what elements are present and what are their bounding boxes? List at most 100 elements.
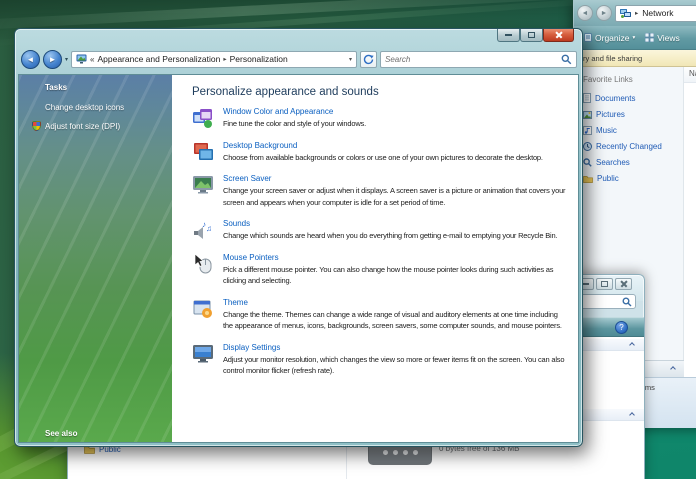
see-also-header: See also — [45, 429, 166, 438]
link-mouse-pointers[interactable]: Mouse Pointers — [223, 253, 566, 262]
network-toolbar: Organize ▾ Views — [574, 26, 696, 50]
refresh-button[interactable] — [360, 51, 377, 68]
svg-text:♫: ♫ — [206, 224, 212, 233]
name-column-header[interactable]: Name — [684, 67, 696, 82]
desc-mouse-pointers: Pick a different mouse pointer. You can … — [223, 264, 566, 287]
task-label: Adjust font size (DPI) — [45, 122, 120, 131]
display-settings-icon — [192, 343, 214, 365]
link-screen-saver[interactable]: Screen Saver — [223, 174, 566, 183]
maximize-icon — [601, 281, 608, 287]
clock-icon — [583, 142, 592, 151]
tasks-header: Tasks — [45, 83, 172, 92]
sidebar-item-recently-changed[interactable]: Recently Changed — [583, 142, 683, 151]
sidebar-item-label: Music — [596, 126, 617, 135]
personalization-content: Personalize appearance and sounds Window… — [172, 75, 578, 442]
personalization-icon — [76, 54, 87, 64]
back-button[interactable]: ◄ — [21, 50, 40, 69]
minimize-icon — [505, 34, 512, 36]
breadcrumb-network[interactable]: Network — [642, 8, 673, 18]
maximize-button[interactable] — [520, 29, 543, 42]
desc-theme: Change the theme. Themes can change a wi… — [223, 309, 566, 332]
entry-sounds: ♪ ♫ Sounds Change which sounds are heard… — [192, 219, 566, 242]
breadcrumb-appearance[interactable]: Appearance and Personalization — [97, 54, 220, 64]
desc-display-settings: Adjust your monitor resolution, which ch… — [223, 354, 566, 377]
refresh-icon — [363, 54, 374, 65]
network-icon — [620, 9, 631, 18]
organize-label: Organize — [595, 33, 630, 43]
caption-bar — [15, 29, 582, 45]
task-adjust-font-size[interactable]: Adjust font size (DPI) — [45, 121, 172, 131]
recent-pages-dropdown[interactable]: ▾ — [65, 56, 68, 63]
views-icon — [645, 33, 654, 42]
entry-display-settings: Display Settings Adjust your monitor res… — [192, 343, 566, 377]
link-theme[interactable]: Theme — [223, 298, 566, 307]
breadcrumb-overflow-icon[interactable]: « — [90, 55, 94, 64]
sidebar-item-public[interactable]: Public — [583, 174, 683, 183]
back-icon: ◄ — [27, 55, 35, 64]
sidebar-item-label: Documents — [595, 94, 635, 103]
chevron-up-icon — [629, 412, 635, 418]
desktop-background-icon — [192, 141, 214, 163]
page-title: Personalize appearance and sounds — [192, 86, 566, 98]
close-button[interactable] — [543, 29, 574, 42]
sidebar-item-label: Pictures — [596, 110, 625, 119]
minimize-icon — [582, 283, 589, 285]
entry-desktop-background: Desktop Background Choose from available… — [192, 141, 566, 164]
crumb-separator-icon: ▸ — [223, 55, 226, 63]
chevron-up-icon — [670, 366, 676, 372]
views-label: Views — [657, 33, 680, 43]
search-placeholder: Search — [385, 55, 561, 64]
maximize-button[interactable] — [596, 278, 613, 290]
network-notification-bar[interactable]: Network discovery and file sharing — [574, 50, 696, 67]
folder-icon — [583, 175, 593, 183]
network-file-list[interactable]: Name — [684, 67, 696, 377]
minimize-button[interactable] — [497, 29, 520, 42]
desktop: ◄ ► ▸ Network Organize — [0, 0, 696, 479]
search-icon — [622, 297, 632, 307]
views-button[interactable]: Views — [645, 33, 680, 43]
search-icon — [561, 54, 572, 65]
picture-icon — [583, 111, 592, 119]
forward-icon: ► — [601, 10, 608, 17]
task-change-desktop-icons[interactable]: Change desktop icons — [45, 103, 172, 112]
sidebar-item-documents[interactable]: Documents — [583, 93, 683, 103]
help-button[interactable]: ? — [615, 321, 628, 334]
tasks-sidebar: Tasks Change desktop icons Adjust font s… — [19, 75, 172, 442]
help-icon: ? — [619, 323, 623, 332]
desc-sounds: Change which sounds are heard when you d… — [223, 230, 566, 242]
link-display-settings[interactable]: Display Settings — [223, 343, 566, 352]
navigation-bar: ◄ ► ▾ « Appearance and Personalization ▸… — [15, 45, 582, 73]
network-address-bar[interactable]: ▸ Network — [615, 5, 696, 22]
forward-icon: ► — [49, 55, 57, 64]
chevron-down-icon: ▾ — [633, 35, 636, 41]
entry-theme: Theme Change the theme. Themes can chang… — [192, 298, 566, 332]
back-button[interactable]: ◄ — [577, 5, 593, 21]
sidebar-item-pictures[interactable]: Pictures — [583, 110, 683, 119]
notification-text: Network discovery and file sharing — [574, 54, 642, 63]
address-dropdown-icon[interactable]: ▾ — [349, 56, 352, 63]
forward-button[interactable]: ► — [596, 5, 612, 21]
close-button[interactable] — [615, 278, 632, 290]
search-box[interactable]: Search — [380, 51, 577, 68]
link-window-color[interactable]: Window Color and Appearance — [223, 107, 566, 116]
organize-button[interactable]: Organize ▾ — [584, 33, 635, 43]
breadcrumb-personalization[interactable]: Personalization — [230, 54, 288, 64]
link-sounds[interactable]: Sounds — [223, 219, 566, 228]
personalization-window[interactable]: ◄ ► ▾ « Appearance and Personalization ▸… — [14, 28, 583, 447]
favorite-links-header: Favorite Links — [583, 75, 683, 84]
screen-saver-icon — [192, 174, 214, 196]
address-bar[interactable]: « Appearance and Personalization ▸ Perso… — [71, 51, 357, 68]
organize-icon — [584, 33, 592, 42]
chevron-up-icon — [629, 342, 635, 348]
desc-screen-saver: Change your screen saver or adjust when … — [223, 185, 566, 208]
search-icon — [583, 158, 592, 167]
sidebar-item-searches[interactable]: Searches — [583, 158, 683, 167]
mouse-pointers-icon — [192, 253, 214, 275]
link-desktop-background[interactable]: Desktop Background — [223, 141, 566, 150]
sidebar-item-music[interactable]: Music — [583, 126, 683, 135]
document-icon — [583, 93, 591, 103]
sounds-icon: ♪ ♫ — [192, 219, 214, 241]
maximize-icon — [528, 32, 535, 38]
desc-desktop-background: Choose from available backgrounds or col… — [223, 152, 566, 164]
forward-button[interactable]: ► — [43, 50, 62, 69]
